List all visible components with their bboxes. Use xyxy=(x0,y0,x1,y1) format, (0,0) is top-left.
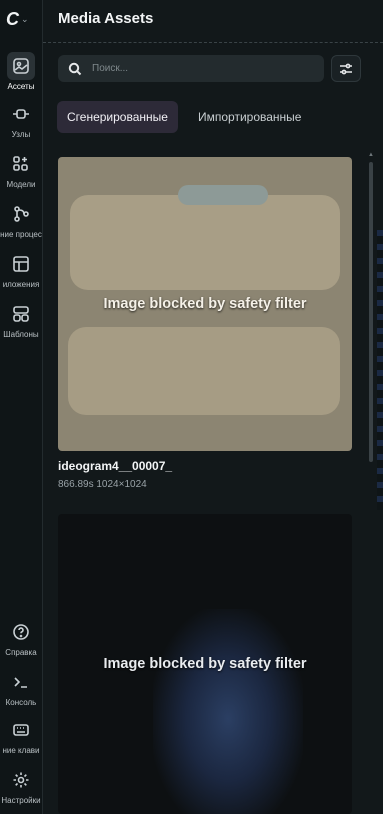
rail-item-label: Ассеты xyxy=(7,82,35,91)
rail-item-label: Узлы xyxy=(11,130,31,139)
thumbnail-placeholder-shape xyxy=(178,185,268,205)
asset-meta: 866.89s 1024×1024 xyxy=(58,479,147,490)
apps-icon xyxy=(7,250,35,278)
keyboard-icon xyxy=(7,716,35,744)
rail-item-label: ние процес xyxy=(0,230,42,239)
search-icon xyxy=(68,62,82,75)
rail-item-label: Настройки xyxy=(1,796,41,805)
search-input[interactable] xyxy=(90,62,294,75)
media-assets-panel: Media Assets Сгенерированные Импортирова… xyxy=(43,0,383,814)
rail-item-label: иложения xyxy=(2,280,40,289)
terminal-icon xyxy=(7,668,35,696)
adjacent-window-edge xyxy=(377,230,383,510)
rail-item-templates[interactable]: Шаблоны xyxy=(0,298,42,346)
app-logo-menu[interactable]: C ⌄ xyxy=(6,8,40,30)
scroll-up-arrow-icon[interactable]: ▲ xyxy=(367,152,375,158)
rail-item-assets[interactable]: Ассеты xyxy=(0,50,42,98)
workflow-icon xyxy=(7,200,35,228)
tab-generated[interactable]: Сгенерированные xyxy=(57,101,178,133)
filter-settings-button[interactable] xyxy=(331,55,361,82)
rail-item-console[interactable]: Консоль xyxy=(0,666,42,714)
help-icon xyxy=(7,618,35,646)
asset-name: ideogram4__00007_ xyxy=(58,459,173,473)
rail-item-label: Консоль xyxy=(5,698,37,707)
image-icon xyxy=(7,52,35,80)
templates-icon xyxy=(7,300,35,328)
rail-item-models[interactable]: Модели xyxy=(0,148,42,196)
sliders-icon xyxy=(340,63,352,74)
tab-imported[interactable]: Импортированные xyxy=(188,101,311,133)
rail-item-apps[interactable]: иложения xyxy=(0,248,42,296)
scrollbar-thumb[interactable] xyxy=(369,162,373,462)
rail-item-workflows[interactable]: ние процес xyxy=(0,198,42,246)
search-bar[interactable] xyxy=(58,55,324,82)
rail-item-label: Справка xyxy=(5,648,37,657)
vertical-scrollbar[interactable]: ▲ xyxy=(367,152,375,814)
rail-item-help[interactable]: Справка xyxy=(0,616,42,664)
rail-item-label: Шаблоны xyxy=(3,330,39,339)
app-logo: C xyxy=(6,8,19,29)
panel-title: Media Assets xyxy=(58,10,154,27)
rail-item-keybindings[interactable]: ние клави xyxy=(0,714,42,762)
rail-item-settings[interactable]: Настройки xyxy=(0,764,42,812)
rail-item-label: ние клави xyxy=(2,746,40,755)
models-icon xyxy=(7,150,35,178)
left-nav-rail: C ⌄ Ассеты Узлы Модели ние процес иложен… xyxy=(0,0,43,814)
safety-filter-message: Image blocked by safety filter xyxy=(103,656,307,672)
asset-thumbnail[interactable]: Image blocked by safety filter xyxy=(58,157,352,451)
asset-duration: 866.89s xyxy=(58,479,94,490)
asset-thumbnail[interactable]: Image blocked by safety filter xyxy=(58,514,352,814)
rail-item-nodes[interactable]: Узлы xyxy=(0,98,42,146)
thumbnail-placeholder-shape xyxy=(68,327,340,415)
chevron-down-icon: ⌄ xyxy=(21,13,29,24)
asset-dimensions: 1024×1024 xyxy=(96,479,147,490)
header-divider xyxy=(43,42,383,43)
thumbnail-placeholder-shape xyxy=(70,195,340,290)
node-icon xyxy=(7,100,35,128)
rail-item-label: Модели xyxy=(6,180,36,189)
thumbnail-placeholder-shape xyxy=(153,609,303,814)
safety-filter-message: Image blocked by safety filter xyxy=(103,296,307,312)
settings-icon xyxy=(7,766,35,794)
